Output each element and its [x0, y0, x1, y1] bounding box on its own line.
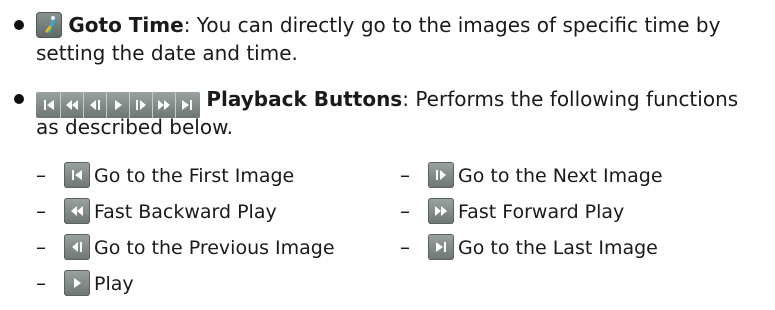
dash-marker: –	[400, 199, 410, 223]
function-last-image: Go to the Last Image	[428, 234, 658, 261]
dash-marker: –	[400, 163, 410, 187]
dash-marker: –	[36, 199, 46, 223]
goto-time-desc-1: : You can directly go to the images of s…	[183, 13, 721, 37]
fast-forward-icon	[428, 198, 454, 224]
dash-marker: –	[36, 163, 46, 187]
playback-desc-2: as described below.	[36, 115, 233, 139]
function-label: Play	[94, 273, 134, 295]
playback-desc-1: : Performs the following functions	[402, 87, 739, 111]
goto-time-title: Goto Time	[68, 13, 184, 37]
goto-time-line-2: setting the date and time.	[36, 40, 298, 66]
next-image-icon	[428, 162, 454, 188]
goto-time-desc-2: setting the date and time.	[36, 41, 298, 65]
function-label: Go to the Last Image	[458, 237, 658, 259]
playback-title: Playback Buttons	[206, 87, 403, 111]
goto-time-icon	[36, 12, 62, 38]
bullet-dot	[14, 20, 24, 30]
function-label: Go to the Next Image	[458, 165, 663, 187]
first-image-icon	[64, 162, 90, 188]
fast-backward-icon	[64, 198, 90, 224]
function-label: Fast Backward Play	[94, 201, 277, 223]
function-label: Go to the Previous Image	[94, 237, 335, 259]
function-first-image: Go to the First Image	[64, 162, 294, 189]
function-next-image: Go to the Next Image	[428, 162, 663, 189]
function-fast-backward: Fast Backward Play	[64, 198, 277, 225]
function-label: Go to the First Image	[94, 165, 295, 187]
goto-time-line-1: Goto Time: You can directly go to the im…	[36, 12, 720, 38]
dash-marker: –	[36, 271, 46, 295]
document-page: Goto Time: You can directly go to the im…	[0, 0, 775, 310]
function-previous-image: Go to the Previous Image	[64, 234, 335, 261]
playback-line-2: as described below.	[36, 114, 233, 140]
last-image-icon	[428, 234, 454, 260]
dash-marker: –	[36, 235, 46, 259]
function-label: Fast Forward Play	[458, 201, 625, 223]
dash-marker: –	[400, 235, 410, 259]
function-play: Play	[64, 270, 134, 297]
play-icon	[64, 270, 90, 296]
function-fast-forward: Fast Forward Play	[428, 198, 624, 225]
bullet-dot	[14, 94, 24, 104]
previous-image-icon	[64, 234, 90, 260]
